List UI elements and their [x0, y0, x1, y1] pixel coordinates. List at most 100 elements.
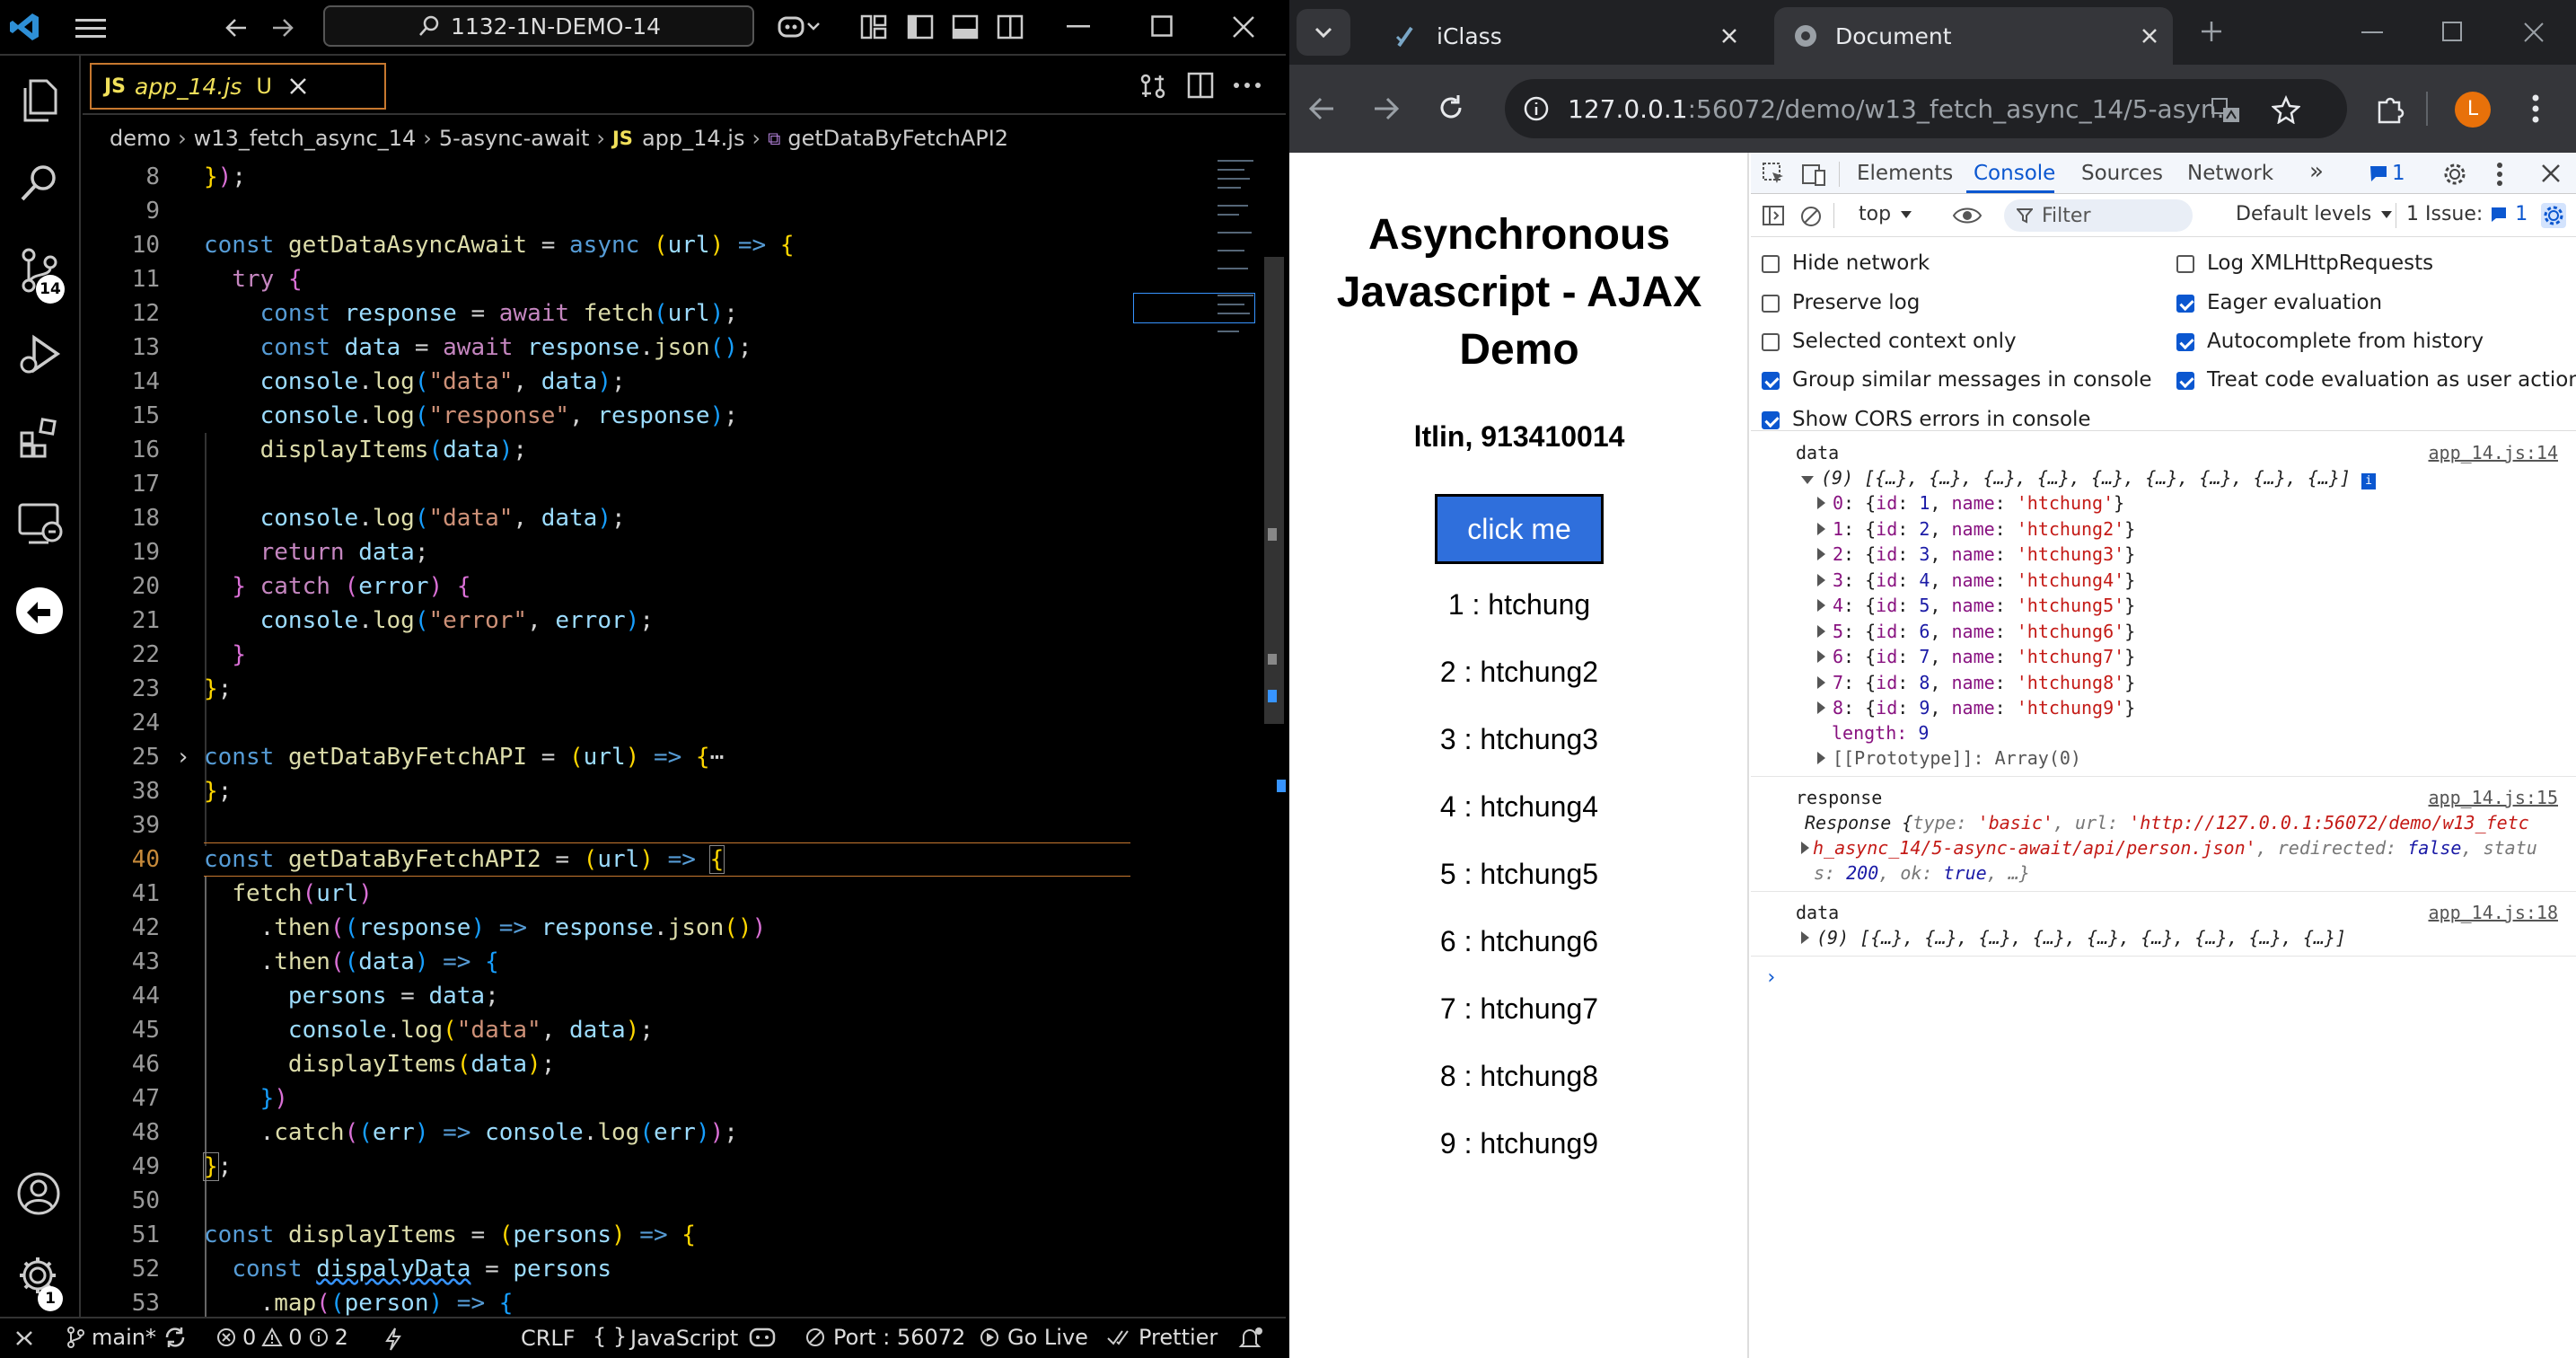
array-entry[interactable]: 8: {id: 9, name: 'htchung9'}: [1817, 697, 2135, 719]
kebab-menu-icon[interactable]: [2496, 162, 2503, 187]
minimap[interactable]: [1133, 160, 1255, 348]
array-entry[interactable]: 3: {id: 4, name: 'htchung4'}: [1817, 569, 2135, 591]
eager-evaluation-checkbox[interactable]: [2176, 295, 2194, 313]
browser-tab-document[interactable]: Document: [1774, 7, 2173, 65]
breadcrumb-item[interactable]: 5-async-await: [439, 126, 590, 151]
tab-network[interactable]: Network: [2187, 162, 2273, 185]
array-entry[interactable]: 4: {id: 5, name: 'htchung5'}: [1817, 595, 2135, 616]
more-actions-icon[interactable]: [1234, 83, 1261, 88]
run-debug-icon[interactable]: [16, 331, 63, 377]
array-entry[interactable]: 5: {id: 6, name: 'htchung6'}: [1817, 621, 2135, 642]
code-editor[interactable]: 8}); 9 10 const getDataAsyncAwait = async…: [83, 160, 1286, 1317]
tab-sources[interactable]: Sources: [2081, 162, 2163, 185]
forward-arrow-icon[interactable]: [1372, 95, 1401, 122]
sync-icon[interactable]: [163, 1326, 187, 1349]
close-icon[interactable]: [2541, 163, 2561, 183]
breadcrumb-item[interactable]: getDataByFetchAPI2: [787, 126, 1008, 151]
array-entry[interactable]: 0: {id: 1, name: 'htchung'}: [1817, 492, 2124, 514]
selected-context-checkbox[interactable]: [1762, 333, 1780, 351]
branch-status[interactable]: main*: [66, 1325, 187, 1350]
account-icon[interactable]: [16, 1171, 61, 1216]
array-summary[interactable]: (9) [{…}, {…}, {…}, {…}, {…}, {…}, {…}, …: [1801, 927, 2346, 948]
device-toolbar-icon[interactable]: [1801, 162, 1828, 187]
live-expression-eye-icon[interactable]: [1952, 205, 1983, 226]
log-xhr-checkbox[interactable]: [2176, 255, 2194, 273]
maximize-icon[interactable]: [1151, 15, 1173, 37]
lightning-icon[interactable]: [384, 1327, 402, 1351]
minimize-icon[interactable]: [1067, 25, 1090, 29]
breadcrumb-item[interactable]: w13_fetch_async_14: [194, 126, 417, 151]
bookmark-star-icon[interactable]: [2272, 95, 2300, 124]
profile-avatar[interactable]: L: [2455, 92, 2491, 128]
close-icon[interactable]: [1232, 15, 1255, 39]
messages-badge[interactable]: 1: [2369, 162, 2405, 185]
array-entry[interactable]: 2: {id: 3, name: 'htchung3'}: [1817, 543, 2135, 565]
language-status[interactable]: JavaScript: [630, 1326, 738, 1351]
editor-tab-app-14[interactable]: JS app_14.js U: [90, 63, 386, 110]
hide-network-checkbox[interactable]: [1762, 255, 1780, 273]
remote-indicator-icon[interactable]: [14, 1329, 34, 1349]
back-arrow-icon[interactable]: [223, 14, 250, 41]
new-tab-plus-icon[interactable]: [2200, 20, 2223, 43]
log-levels-dropdown[interactable]: Default levels: [2236, 203, 2393, 225]
copilot-status-icon[interactable]: [749, 1327, 776, 1349]
close-icon[interactable]: [2141, 27, 2158, 45]
log-source-link[interactable]: app_14.js:14: [2429, 442, 2559, 463]
compare-changes-icon[interactable]: [1139, 72, 1167, 101]
treat-code-eval-checkbox[interactable]: [2176, 372, 2194, 390]
console-input[interactable]: [1787, 963, 2559, 992]
filter-input[interactable]: Filter: [2004, 199, 2193, 232]
toggle-sidebar-icon[interactable]: [907, 14, 934, 40]
menu-icon[interactable]: [75, 16, 106, 40]
clear-console-icon[interactable]: [1799, 205, 1823, 228]
show-cors-checkbox[interactable]: [1762, 411, 1780, 429]
live-share-icon[interactable]: [14, 586, 65, 636]
extensions-puzzle-icon[interactable]: [2376, 95, 2405, 124]
more-tabs-chevron-icon[interactable]: »: [2309, 158, 2324, 185]
go-live-button[interactable]: Go Live: [979, 1325, 1088, 1350]
toggle-secondary-sidebar-icon[interactable]: [997, 14, 1024, 40]
log-source-link[interactable]: app_14.js:18: [2429, 902, 2559, 923]
eol-status[interactable]: CRLF: [521, 1326, 576, 1351]
browser-tab-iclass[interactable]: iClass: [1376, 7, 1753, 65]
remote-explorer-icon[interactable]: [16, 501, 65, 546]
autocomplete-history-checkbox[interactable]: [2176, 333, 2194, 351]
issues-button[interactable]: 1 Issue: 1: [2406, 203, 2528, 225]
close-icon[interactable]: [1720, 27, 1738, 45]
log-source-link[interactable]: app_14.js:15: [2429, 787, 2559, 808]
minimize-icon[interactable]: [2361, 31, 2383, 35]
port-status[interactable]: Port : 56072: [804, 1325, 965, 1350]
array-entry[interactable]: 7: {id: 8, name: 'htchung8'}: [1817, 672, 2135, 693]
translate-icon[interactable]: [2211, 97, 2241, 124]
extensions-icon[interactable]: [18, 415, 63, 460]
array-prototype[interactable]: [[Prototype]]: Array(0): [1817, 747, 2081, 769]
tab-elements[interactable]: Elements: [1857, 162, 1953, 185]
search-icon[interactable]: [18, 162, 61, 205]
maximize-icon[interactable]: [2442, 22, 2462, 41]
array-summary[interactable]: (9) [{…}, {…}, {…}, {…}, {…}, {…}, {…}, …: [1801, 467, 2377, 489]
tab-console[interactable]: Console: [1974, 162, 2055, 185]
tab-close-icon[interactable]: [288, 76, 308, 96]
click-me-button[interactable]: click me: [1435, 494, 1604, 564]
reload-icon[interactable]: [1437, 93, 1465, 122]
layout-customize-icon[interactable]: [860, 14, 887, 40]
prettier-status[interactable]: Prettier: [1106, 1325, 1218, 1350]
forward-arrow-icon[interactable]: [269, 14, 296, 41]
inspect-element-icon[interactable]: [1762, 162, 1787, 187]
group-similar-checkbox[interactable]: [1762, 372, 1780, 390]
problems-status[interactable]: 0 0 2: [215, 1325, 348, 1350]
sidebar-toggle-icon[interactable]: [1762, 205, 1785, 226]
kebab-menu-icon[interactable]: [2532, 93, 2539, 124]
notifications-bell-icon[interactable]: [1237, 1326, 1264, 1351]
split-editor-icon[interactable]: [1187, 72, 1214, 99]
command-center-search[interactable]: 1132-1N-DEMO-14: [323, 5, 754, 47]
context-selector[interactable]: top: [1859, 203, 1912, 225]
breadcrumb-item[interactable]: demo: [110, 126, 171, 151]
tab-search-button[interactable]: [1297, 9, 1350, 56]
settings-gear-icon[interactable]: [2442, 162, 2467, 187]
console-settings-gear-icon[interactable]: [2541, 203, 2566, 228]
site-info-icon[interactable]: [1523, 95, 1550, 122]
array-entry[interactable]: 6: {id: 7, name: 'htchung7'}: [1817, 646, 2135, 667]
copilot-icon[interactable]: [778, 13, 821, 41]
explorer-icon[interactable]: [18, 77, 61, 124]
